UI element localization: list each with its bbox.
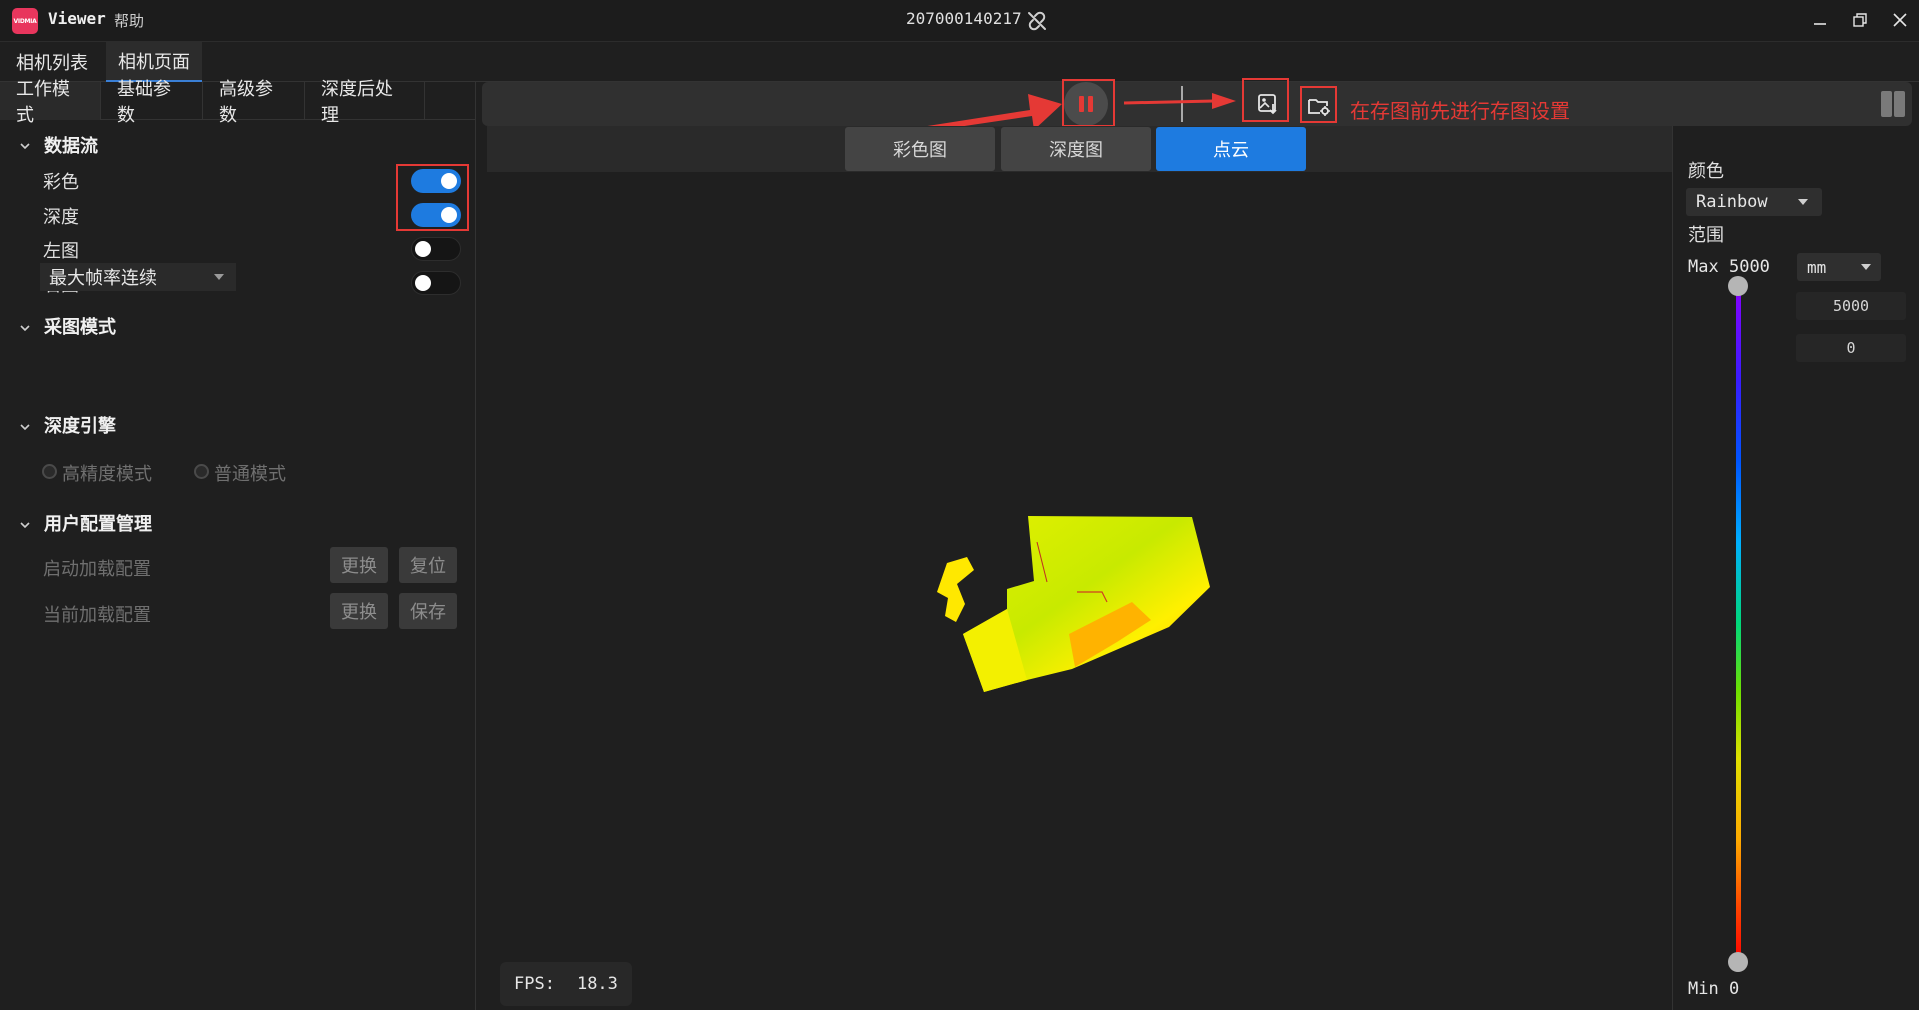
color-map-value: Rainbow xyxy=(1696,192,1768,212)
unit-value: mm xyxy=(1807,257,1827,277)
min-label: Min xyxy=(1688,979,1719,999)
color-label: 颜色 xyxy=(1688,161,1724,182)
max-range-input[interactable]: 5000 xyxy=(1796,292,1906,320)
min-readout: Min 0 xyxy=(1688,979,1739,999)
range-min-handle[interactable] xyxy=(1728,952,1748,972)
max-readout: Max 5000 xyxy=(1688,257,1770,277)
range-label: 范围 xyxy=(1688,225,1724,246)
tab-color-image[interactable]: 彩色图 xyxy=(845,127,995,171)
fps-value: 18.3 xyxy=(576,974,618,994)
point-cloud-viewport[interactable] xyxy=(487,172,1672,1010)
tab-point-cloud[interactable]: 点云 xyxy=(1156,127,1306,171)
unit-select[interactable]: mm xyxy=(1797,253,1881,281)
fps-readout: FPS: 18.3 xyxy=(500,962,632,1006)
max-label: Max xyxy=(1688,257,1719,277)
color-map-select[interactable]: Rainbow xyxy=(1686,188,1822,216)
fps-label: FPS: xyxy=(514,974,555,994)
dropdown-caret-icon xyxy=(1861,264,1871,270)
point-cloud-render xyxy=(937,516,1210,692)
color-range-bar xyxy=(1736,285,1741,962)
range-max-handle[interactable] xyxy=(1728,276,1748,296)
max-value: 5000 xyxy=(1728,257,1770,277)
dropdown-caret-icon xyxy=(1798,199,1808,205)
min-value: 0 xyxy=(1728,979,1740,999)
tab-depth-image[interactable]: 深度图 xyxy=(1001,127,1151,171)
min-range-input[interactable]: 0 xyxy=(1796,334,1906,362)
